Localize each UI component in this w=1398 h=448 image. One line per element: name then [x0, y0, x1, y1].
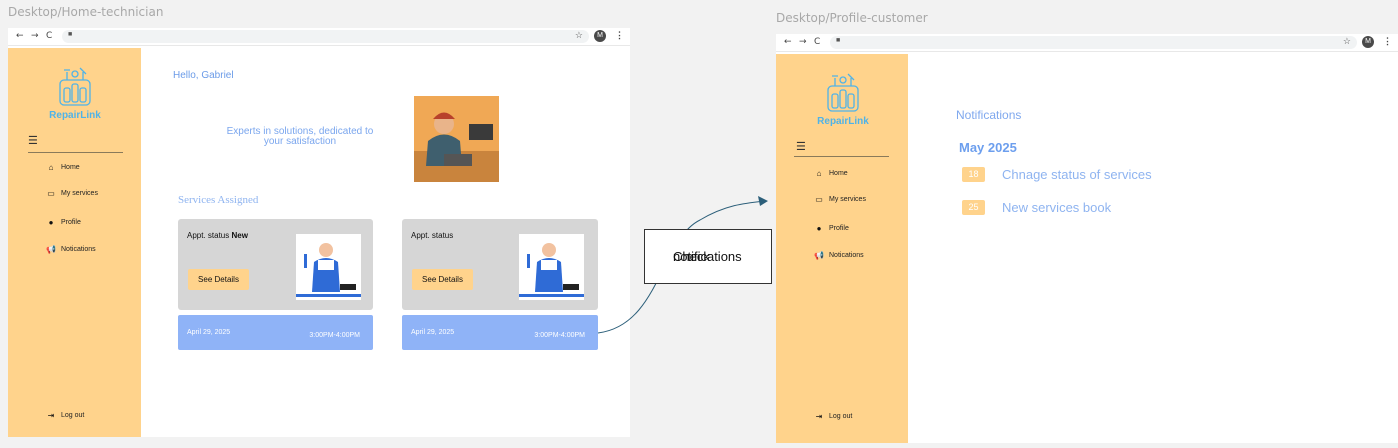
folder-icon: ▭ [815, 195, 823, 204]
notification-day-badge: 18 [962, 167, 985, 182]
user-icon: ● [816, 224, 822, 233]
notifications-title: Notifications [956, 108, 1022, 122]
megaphone-icon: 📢 [814, 251, 824, 260]
sidebar-item-logout[interactable]: ⇥ Log out [814, 412, 853, 421]
notification-item[interactable]: 25 New services book [962, 200, 1111, 215]
home-icon: ⌂ [816, 169, 822, 178]
browser-toolbar: ← → C ■ ☆ M ⋮ [776, 34, 1398, 52]
lock-icon: ■ [836, 37, 841, 44]
frame-label-profile: Desktop/Profile-customer [776, 11, 928, 25]
profile-avatar[interactable]: M [1362, 36, 1374, 48]
bookmark-star-icon[interactable]: ☆ [1343, 36, 1351, 47]
sidebar-item-label: My services [829, 196, 866, 203]
sidebar-item-label: Log out [829, 413, 853, 420]
sidebar-item-my-services[interactable]: ▭ My services [814, 195, 866, 204]
callout-box: Check notifications [644, 229, 772, 284]
logout-icon: ⇥ [815, 412, 823, 421]
sidebar-item-profile[interactable]: ● Profile [814, 224, 849, 233]
sidebar-divider [794, 156, 889, 157]
sidebar-item-home[interactable]: ⌂ Home [814, 169, 848, 178]
notifications-month: May 2025 [959, 140, 1017, 155]
callout-line: notifications [673, 249, 742, 264]
browser-menu-icon[interactable]: ⋮ [1383, 36, 1392, 47]
sidebar-item-label: Home [829, 170, 848, 177]
profile-customer-frame: ← → C ■ ☆ M ⋮ RepairLink ☰ ⌂ Home ▭ My s… [776, 34, 1398, 443]
logo-text: RepairLink [817, 116, 869, 127]
notification-item[interactable]: 18 Chnage status of services [962, 167, 1152, 182]
sidebar-item-label: Profile [829, 225, 849, 232]
sidebar-item-notifications[interactable]: 📢 Notications [814, 251, 864, 260]
forward-icon[interactable]: → [799, 37, 807, 47]
notification-text: Chnage status of services [1002, 167, 1152, 182]
menu-toggle-icon[interactable]: ☰ [796, 140, 806, 153]
repairlink-logo-icon [827, 73, 859, 112]
notification-text: New services book [1002, 200, 1112, 215]
reload-icon[interactable]: C [814, 37, 820, 47]
address-bar[interactable]: ■ ☆ [830, 36, 1357, 49]
sidebar-item-label: Notications [829, 252, 864, 259]
sidebar: RepairLink ☰ ⌂ Home ▭ My services ● Prof… [776, 54, 908, 443]
back-icon[interactable]: ← [784, 37, 792, 47]
notification-day-badge: 25 [962, 200, 985, 215]
